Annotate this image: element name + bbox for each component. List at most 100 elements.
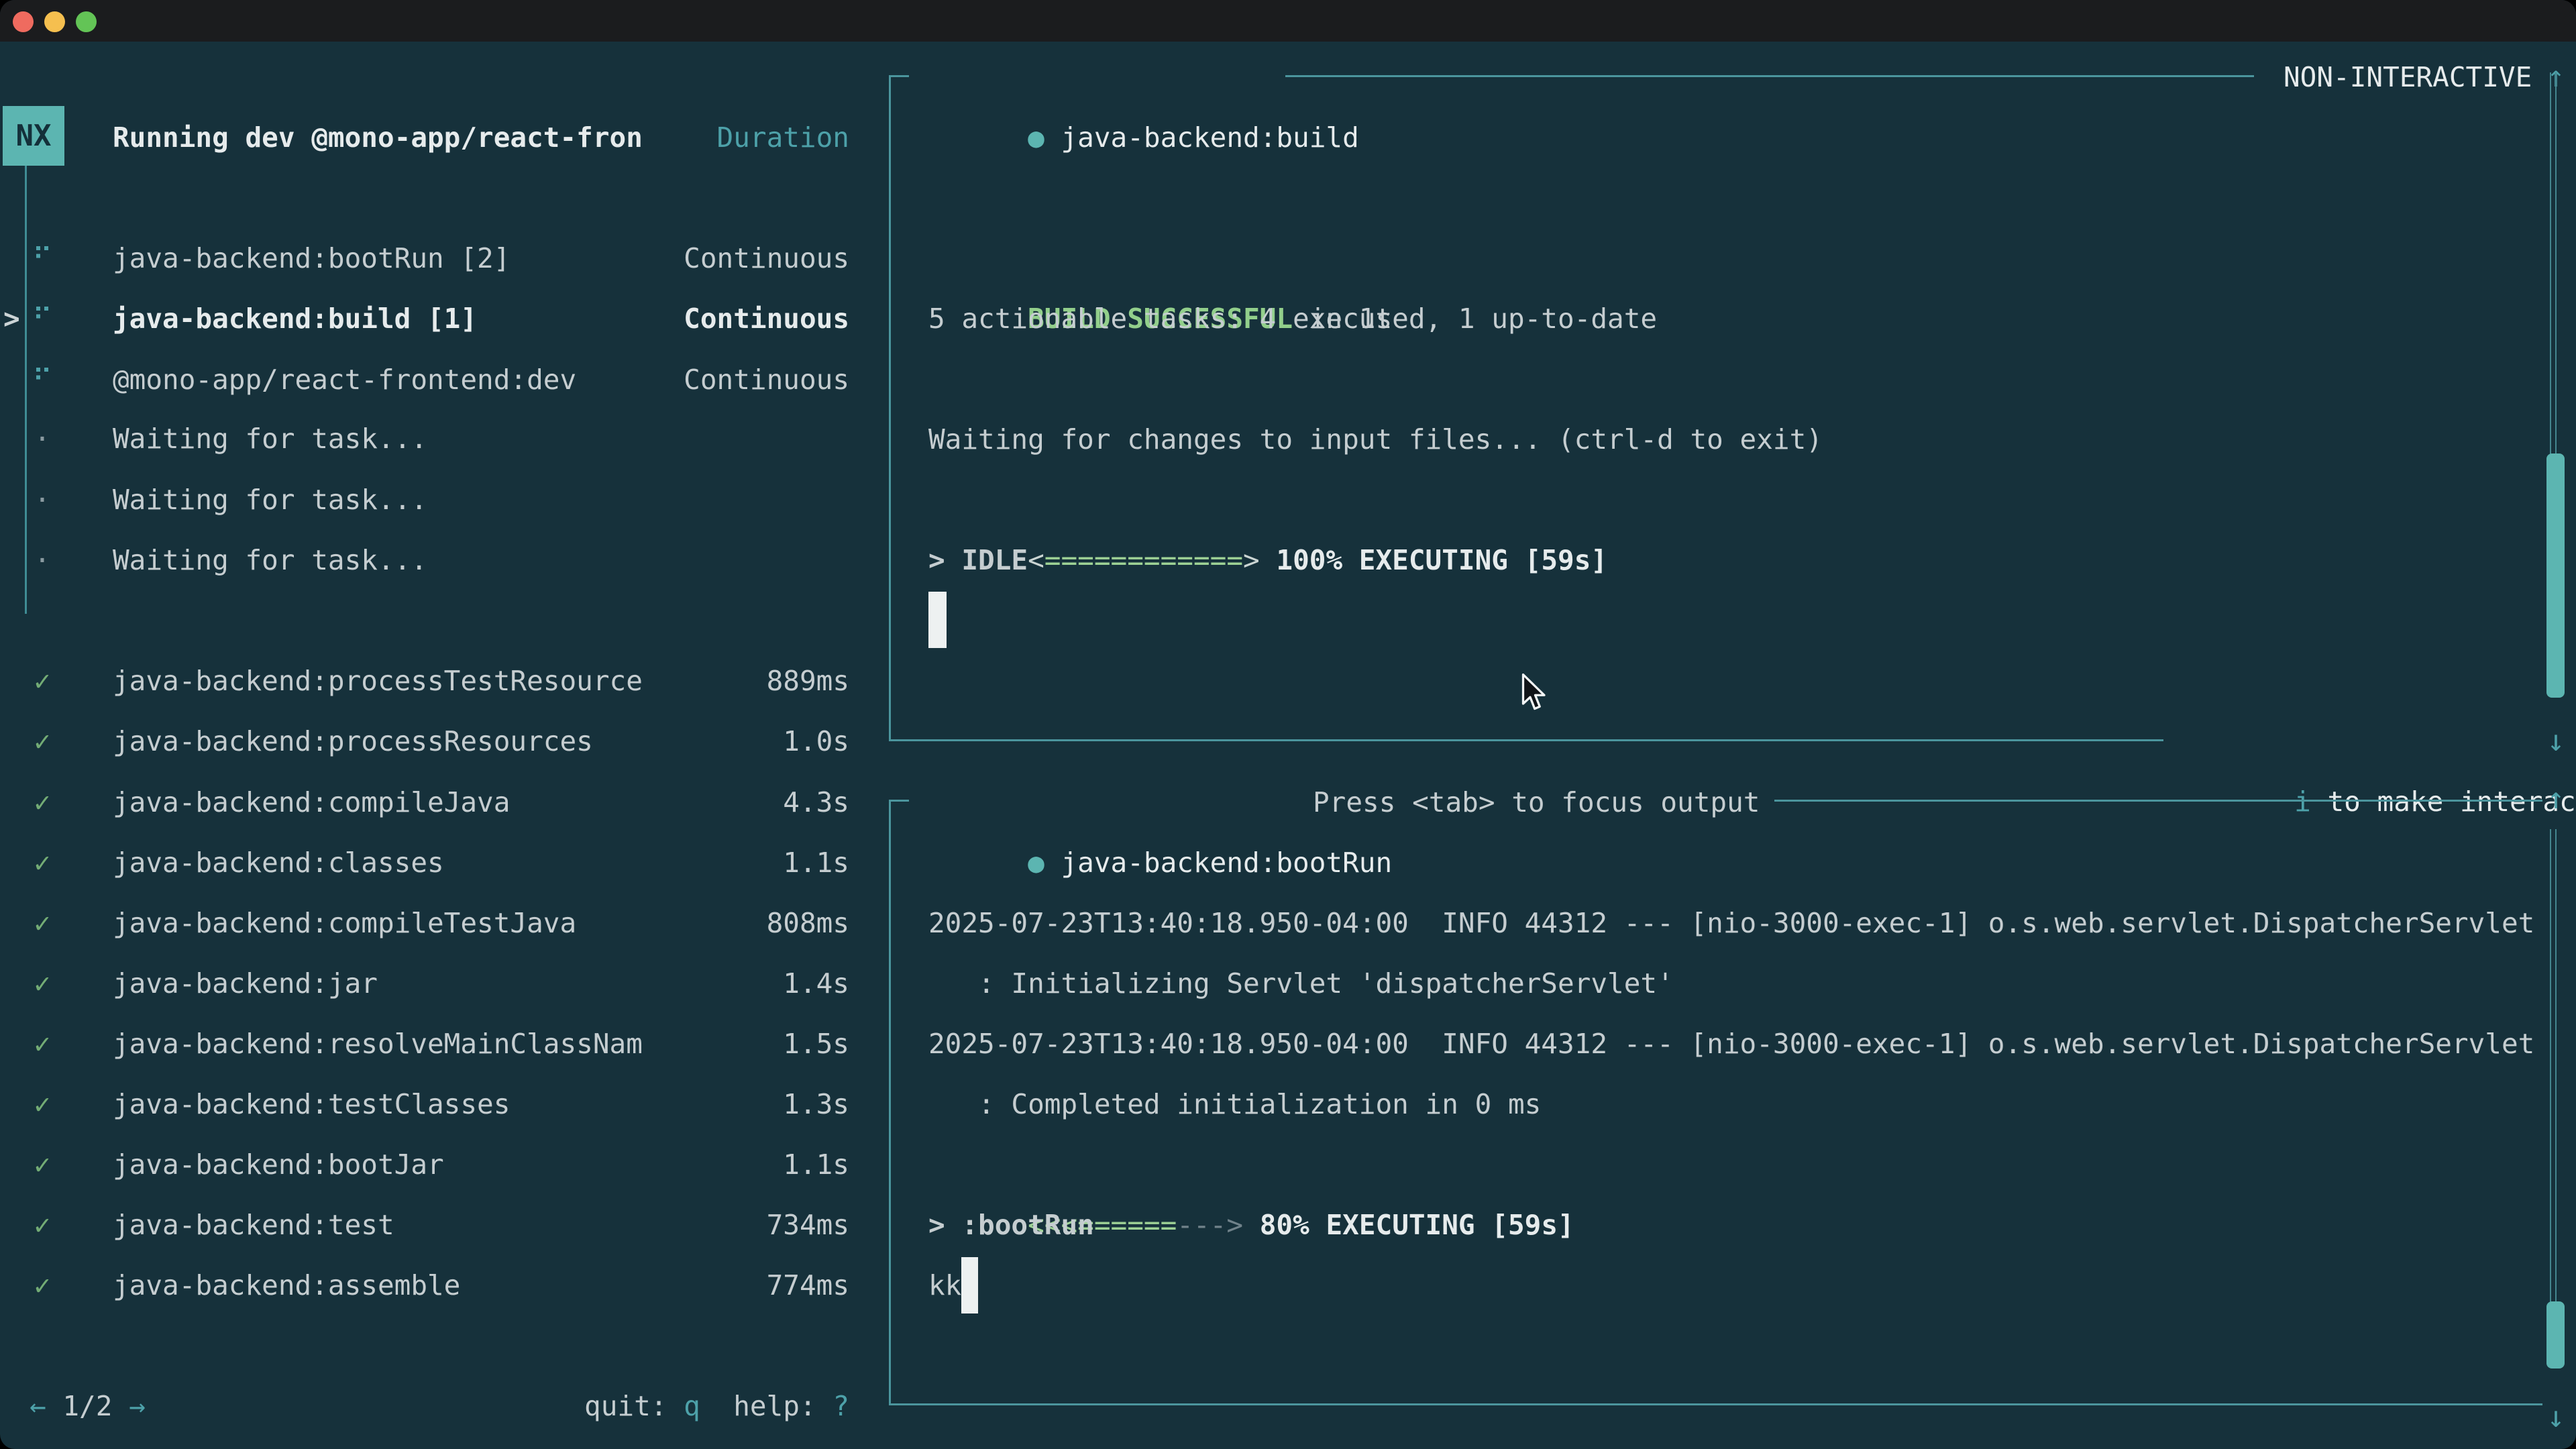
task-row-bootrun[interactable]: ⠋ java-backend:bootRun [2] Continuous [0, 228, 852, 288]
completed-task-row[interactable]: ✓ java-backend:test 734ms [0, 1195, 852, 1255]
task-name: java-backend:compileTestJava [113, 893, 576, 953]
progress-tail: --- [1177, 1209, 1226, 1241]
task-duration: 808ms [767, 893, 849, 953]
task-name: java-backend:assemble [113, 1255, 460, 1316]
maximize-button[interactable] [76, 11, 97, 32]
build-status-line: BUILD SUCCESSFUL in 1s [928, 228, 1392, 288]
close-button[interactable] [13, 11, 34, 32]
task-name: java-backend:testClasses [113, 1074, 510, 1134]
prompt-line: > :bootRun [928, 1195, 1094, 1255]
bullet-icon: · [28, 530, 56, 590]
check-icon: ✓ [28, 1014, 56, 1074]
panel-title: java-backend:bootRun [1061, 847, 1392, 879]
minimize-button[interactable] [44, 11, 65, 32]
mouse-pointer-icon [1520, 674, 1548, 714]
waiting-label: Waiting for task... [113, 530, 427, 590]
task-duration: 889ms [767, 651, 849, 711]
completed-task-row[interactable]: ✓ java-backend:processTestResource 889ms [0, 651, 852, 711]
scroll-down-arrow-icon[interactable]: ↓ [2536, 1387, 2576, 1448]
completed-task-row[interactable]: ✓ java-backend:processResources 1.0s [0, 711, 852, 771]
panel-header: ● java-backend:build [928, 47, 1359, 107]
input-line[interactable]: kk [928, 1255, 961, 1316]
completed-task-row[interactable]: ✓ java-backend:jar 1.4s [0, 953, 852, 1014]
panel-border-left [889, 800, 891, 1405]
task-row-frontend-dev[interactable]: ⠋ @mono-app/react-frontend:dev Continuou… [0, 350, 852, 410]
log-line: 2025-07-23T13:40:18.950-04:00 INFO 44312… [928, 893, 2534, 953]
check-icon: ✓ [28, 1255, 56, 1316]
task-name: java-backend:bootRun [2] [113, 228, 510, 288]
completed-task-row[interactable]: ✓ java-backend:compileTestJava 808ms [0, 893, 852, 953]
log-line: : Completed initialization in 0 ms [928, 1074, 1541, 1134]
task-duration: 734ms [767, 1195, 849, 1255]
completed-task-row[interactable]: ✓ java-backend:bootJar 1.1s [0, 1134, 852, 1195]
scroll-up-arrow-icon[interactable]: ↑ [2536, 769, 2576, 829]
scrollbar-thumb[interactable] [2546, 1301, 2565, 1368]
task-list-footer: ← 1/2 → quit: q help: ? [0, 1376, 852, 1436]
task-name: java-backend:test [113, 1195, 394, 1255]
quit-key: q [684, 1390, 700, 1422]
progress-label: 100% EXECUTING [59s] [1260, 544, 1607, 576]
next-page-arrow-icon[interactable]: → [129, 1390, 146, 1422]
keyboard-hints: quit: q help: ? [584, 1376, 849, 1436]
completed-task-row[interactable]: ✓ java-backend:assemble 774ms [0, 1255, 852, 1316]
panel-border-left [889, 75, 891, 741]
idle-line: > IDLE [928, 530, 1028, 590]
task-status: Continuous [684, 350, 849, 410]
task-status-dot-icon: ● [1028, 121, 1044, 154]
task-duration: 1.1s [783, 1134, 849, 1195]
task-duration: 1.0s [783, 711, 849, 771]
spinner-icon: ⠋ [28, 228, 56, 288]
waiting-label: Waiting for task... [113, 470, 427, 530]
task-status-dot-icon: ● [1028, 847, 1044, 879]
spinner-icon: ⠋ [28, 350, 56, 410]
check-icon: ✓ [28, 772, 56, 833]
prev-page-arrow-icon[interactable]: ← [30, 1390, 46, 1422]
progress-right-cap: > [1243, 544, 1260, 576]
completed-task-row[interactable]: ✓ java-backend:compileJava 4.3s [0, 772, 852, 833]
task-name: java-backend:bootJar [113, 1134, 444, 1195]
interactive-hint-key: i [2294, 786, 2311, 818]
panel-header-rule [1774, 800, 2542, 802]
scroll-down-arrow-icon[interactable]: ↓ [2536, 711, 2576, 771]
log-line: : Initializing Servlet 'dispatcherServle… [928, 953, 1674, 1014]
progress-fill: ============ [1044, 544, 1243, 576]
panel-title: java-backend:build [1061, 121, 1358, 154]
check-icon: ✓ [28, 1074, 56, 1134]
check-icon: ✓ [28, 651, 56, 711]
gradle-progress-line: <============> 100% EXECUTING [59s] [928, 470, 1607, 530]
help-label: help: [700, 1390, 833, 1422]
check-icon: ✓ [28, 711, 56, 771]
bullet-icon: · [28, 470, 56, 530]
scrollbar-track[interactable] [2550, 72, 2557, 455]
scrollbar-thumb[interactable] [2546, 453, 2565, 698]
panel-border-bottom [889, 739, 2163, 741]
page-indicator: 1/2 [46, 1390, 129, 1422]
duration-column-header: Duration [717, 107, 849, 168]
titlebar [0, 0, 2576, 42]
task-name: java-backend:build [1] [113, 288, 477, 349]
task-duration: 1.3s [783, 1074, 849, 1134]
completed-task-row[interactable]: ✓ java-backend:classes 1.1s [0, 833, 852, 893]
progress-arrow: > [1226, 1209, 1243, 1241]
check-icon: ✓ [28, 1195, 56, 1255]
completed-task-row[interactable]: ✓ java-backend:resolveMainClassNam 1.5s [0, 1014, 852, 1074]
check-icon: ✓ [28, 1134, 56, 1195]
task-list-header: Running dev @mono-app/react-fron Duratio… [0, 107, 852, 168]
help-key: ? [833, 1390, 849, 1422]
waiting-changes-line: Waiting for changes to input files... (c… [928, 409, 1823, 470]
waiting-task-row: · Waiting for task... [0, 530, 852, 590]
task-duration: 774ms [767, 1255, 849, 1316]
task-name: java-backend:compileJava [113, 772, 510, 833]
scrollbar-track[interactable] [2550, 829, 2557, 1303]
task-row-build-selected[interactable]: ⠋ java-backend:build [1] Continuous [0, 288, 852, 349]
terminal-cursor [961, 1257, 978, 1313]
spinner-icon: ⠋ [28, 288, 56, 349]
log-line: 2025-07-23T13:40:18.950-04:00 INFO 44312… [928, 1014, 2534, 1074]
completed-task-row[interactable]: ✓ java-backend:testClasses 1.3s [0, 1074, 852, 1134]
pagination: ← 1/2 → [30, 1376, 146, 1436]
quit-label: quit: [584, 1390, 684, 1422]
task-duration: 1.4s [783, 953, 849, 1014]
tasks-summary-line: 5 actionable tasks: 4 executed, 1 up-to-… [928, 288, 1657, 349]
task-name: java-backend:processTestResource [113, 651, 643, 711]
non-interactive-badge: NON-INTERACTIVE [2284, 47, 2532, 107]
